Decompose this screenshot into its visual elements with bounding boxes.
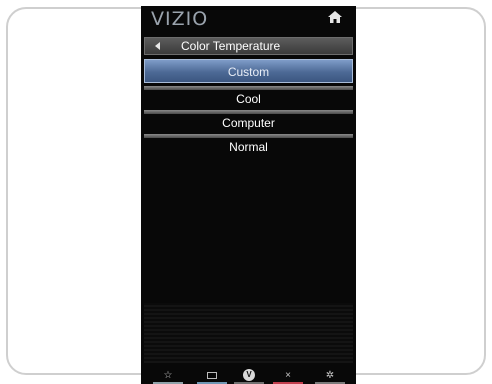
option-label: Normal bbox=[229, 140, 268, 154]
vizio-logo: VIZIO bbox=[151, 8, 209, 30]
menu-title: Color Temperature bbox=[181, 39, 281, 53]
v-button-icon[interactable]: V bbox=[231, 366, 267, 384]
back-arrow-icon[interactable] bbox=[155, 42, 160, 50]
remote-button-bar: ☆ V × ✲ bbox=[144, 366, 353, 384]
card-shape bbox=[207, 371, 217, 379]
v-circle: V bbox=[243, 369, 255, 381]
option-cool[interactable]: Cool bbox=[144, 86, 353, 109]
home-icon[interactable] bbox=[328, 11, 342, 23]
gear-icon[interactable]: ✲ bbox=[312, 366, 348, 384]
option-custom[interactable]: Custom bbox=[144, 59, 353, 83]
option-label: Cool bbox=[236, 92, 261, 106]
close-icon[interactable]: × bbox=[270, 366, 306, 384]
menu-empty-area bbox=[144, 303, 353, 363]
option-computer[interactable]: Computer bbox=[144, 110, 353, 133]
option-label: Custom bbox=[227, 65, 270, 79]
tv-menu-screen: VIZIO Color Temperature Custom Cool Comp… bbox=[141, 6, 356, 384]
color-temperature-options: Custom Cool Computer Normal bbox=[144, 59, 353, 161]
card-icon[interactable] bbox=[194, 366, 230, 384]
menu-header[interactable]: Color Temperature bbox=[144, 37, 353, 55]
star-icon[interactable]: ☆ bbox=[150, 366, 186, 384]
option-label: Computer bbox=[222, 116, 275, 130]
option-normal[interactable]: Normal bbox=[144, 134, 353, 157]
